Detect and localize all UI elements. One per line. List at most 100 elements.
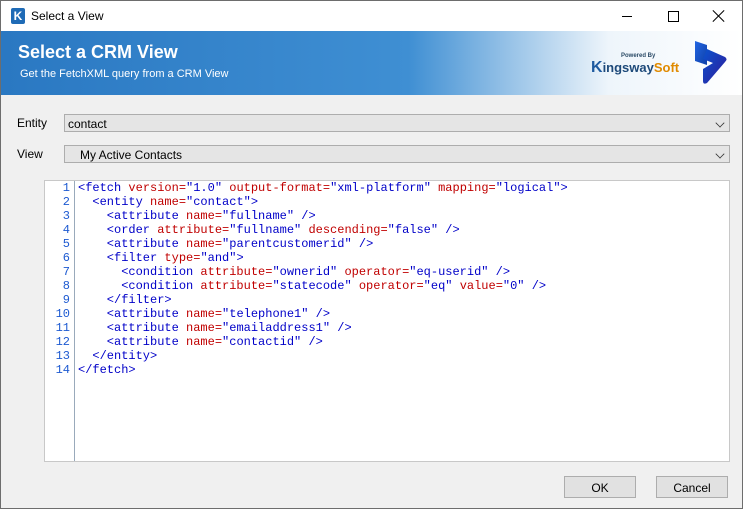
code-line: <attribute name="telephone1" /> (78, 307, 729, 321)
xml-attribute: value= (459, 279, 503, 293)
xml-attribute: name= (186, 321, 223, 335)
code-line: </fetch> (78, 363, 729, 377)
xml-value: "and"> (200, 251, 244, 265)
xml-attribute: mapping= (438, 181, 496, 195)
code-line: </filter> (78, 293, 729, 307)
xml-value: "eq-userid" /> (409, 265, 511, 279)
xml-value: "eq" (423, 279, 460, 293)
logo-wordmark: KingswaySoft (591, 59, 680, 76)
xml-attribute: operator= (358, 279, 424, 293)
code-line: <condition attribute="statecode" operato… (78, 279, 729, 293)
xml-attribute: output-format= (229, 181, 331, 195)
fetchxml-editor[interactable]: 1 2 3 4 5 6 7 8 9 10 11 12 13 14 <fetch version="1.0"… (44, 180, 730, 462)
code-line: <condition attribute="ownerid" operator=… (78, 265, 729, 279)
xml-value: "false" /> (387, 223, 460, 237)
xml-value: "contactid" /> (222, 335, 323, 349)
xml-tag: <entity (78, 195, 151, 209)
xml-value: "statecode" (272, 279, 359, 293)
xml-tag: <filter (78, 251, 165, 265)
xml-attribute: version= (128, 181, 187, 195)
code-line: </entity> (78, 349, 729, 363)
xml-tag: <attribute (78, 321, 187, 335)
code-line: <attribute name="fullname" /> (78, 209, 729, 223)
close-icon (713, 10, 725, 22)
title-bar: K Select a View (1, 1, 742, 31)
view-selected-value: My Active Contacts (80, 148, 183, 162)
code-area[interactable]: <fetch version="1.0" output-format="xml-… (78, 181, 729, 377)
xml-value: "parentcustomerid" /> (222, 237, 374, 251)
xml-attribute: attribute= (200, 265, 273, 279)
code-line: <attribute name="emailaddress1" /> (78, 321, 729, 335)
minimize-button[interactable] (604, 1, 650, 31)
maximize-button[interactable] (650, 1, 696, 31)
code-line: <filter type="and"> (78, 251, 729, 265)
maximize-icon (667, 10, 679, 22)
line-number: 9 (62, 293, 70, 307)
window-title: Select a View (31, 9, 104, 23)
code-line: <attribute name="parentcustomerid" /> (78, 237, 729, 251)
view-dropdown[interactable]: My Active Contacts (64, 145, 730, 163)
entity-label: Entity (17, 116, 48, 130)
line-number: 2 (62, 195, 70, 209)
minimize-icon (622, 15, 632, 17)
xml-value: "xml-platform" (330, 181, 439, 195)
line-number: 5 (62, 237, 70, 251)
line-number: 4 (62, 223, 70, 237)
line-number: 13 (55, 349, 70, 363)
ok-button[interactable]: OK (564, 476, 636, 498)
xml-attribute: operator= (344, 265, 410, 279)
xml-attribute: name= (186, 237, 223, 251)
xml-tag: <attribute (78, 209, 187, 223)
dialog-window: K Select a View Select a CRM View Get th… (0, 0, 743, 509)
line-number-gutter: 1 2 3 4 5 6 7 8 9 10 11 12 13 14 (45, 181, 75, 461)
xml-attribute: name= (186, 335, 223, 349)
chevron-down-icon (715, 149, 725, 159)
line-number: 11 (55, 321, 70, 335)
xml-attribute: name= (186, 307, 223, 321)
chevron-down-icon (715, 118, 725, 128)
kingswaysoft-logo: Powered By KingswaySoft (591, 51, 683, 77)
xml-value: "contact"> (186, 195, 259, 209)
xml-tag: <attribute (78, 307, 187, 321)
line-number: 7 (62, 265, 70, 279)
code-line: <entity name="contact"> (78, 195, 729, 209)
xml-tag: </filter> (78, 293, 172, 307)
line-number: 6 (62, 251, 70, 265)
line-number: 8 (62, 279, 70, 293)
xml-tag: <attribute (78, 237, 187, 251)
line-number: 1 (62, 181, 70, 195)
entity-dropdown[interactable]: contact (64, 114, 730, 132)
xml-value: "1.0" (186, 181, 230, 195)
xml-value: "telephone1" /> (222, 307, 331, 321)
banner-title: Select a CRM View (18, 42, 178, 62)
xml-value: "fullname" /> (222, 209, 316, 223)
code-line: <order attribute="fullname" descending="… (78, 223, 729, 237)
close-button[interactable] (696, 1, 742, 31)
xml-tag: <condition (78, 265, 201, 279)
xml-attribute: attribute= (157, 223, 230, 237)
line-number: 10 (55, 307, 70, 321)
line-number: 14 (55, 363, 70, 377)
line-number: 12 (55, 335, 70, 349)
entity-selected-value: contact (68, 117, 107, 131)
xml-tag: <fetch (78, 181, 129, 195)
xml-attribute: type= (164, 251, 201, 265)
xml-value: "ownerid" (272, 265, 345, 279)
cancel-button[interactable]: Cancel (656, 476, 728, 498)
dynamics-365-logo-icon (695, 41, 727, 84)
code-line: <attribute name="contactid" /> (78, 335, 729, 349)
xml-value: "logical"> (495, 181, 568, 195)
code-line: <fetch version="1.0" output-format="xml-… (78, 181, 729, 195)
xml-attribute: descending= (308, 223, 388, 237)
xml-value: "0" /> (502, 279, 547, 293)
xml-value: "fullname" (229, 223, 309, 237)
xml-value: "emailaddress1" /> (222, 321, 352, 335)
line-number: 3 (62, 209, 70, 223)
xml-tag: <attribute (78, 335, 187, 349)
xml-tag: <order (78, 223, 158, 237)
xml-tag: <condition (78, 279, 201, 293)
view-label: View (17, 147, 43, 161)
header-banner: Select a CRM View Get the FetchXML query… (1, 31, 742, 95)
kingsway-app-icon: K (11, 8, 25, 24)
xml-attribute: attribute= (200, 279, 273, 293)
